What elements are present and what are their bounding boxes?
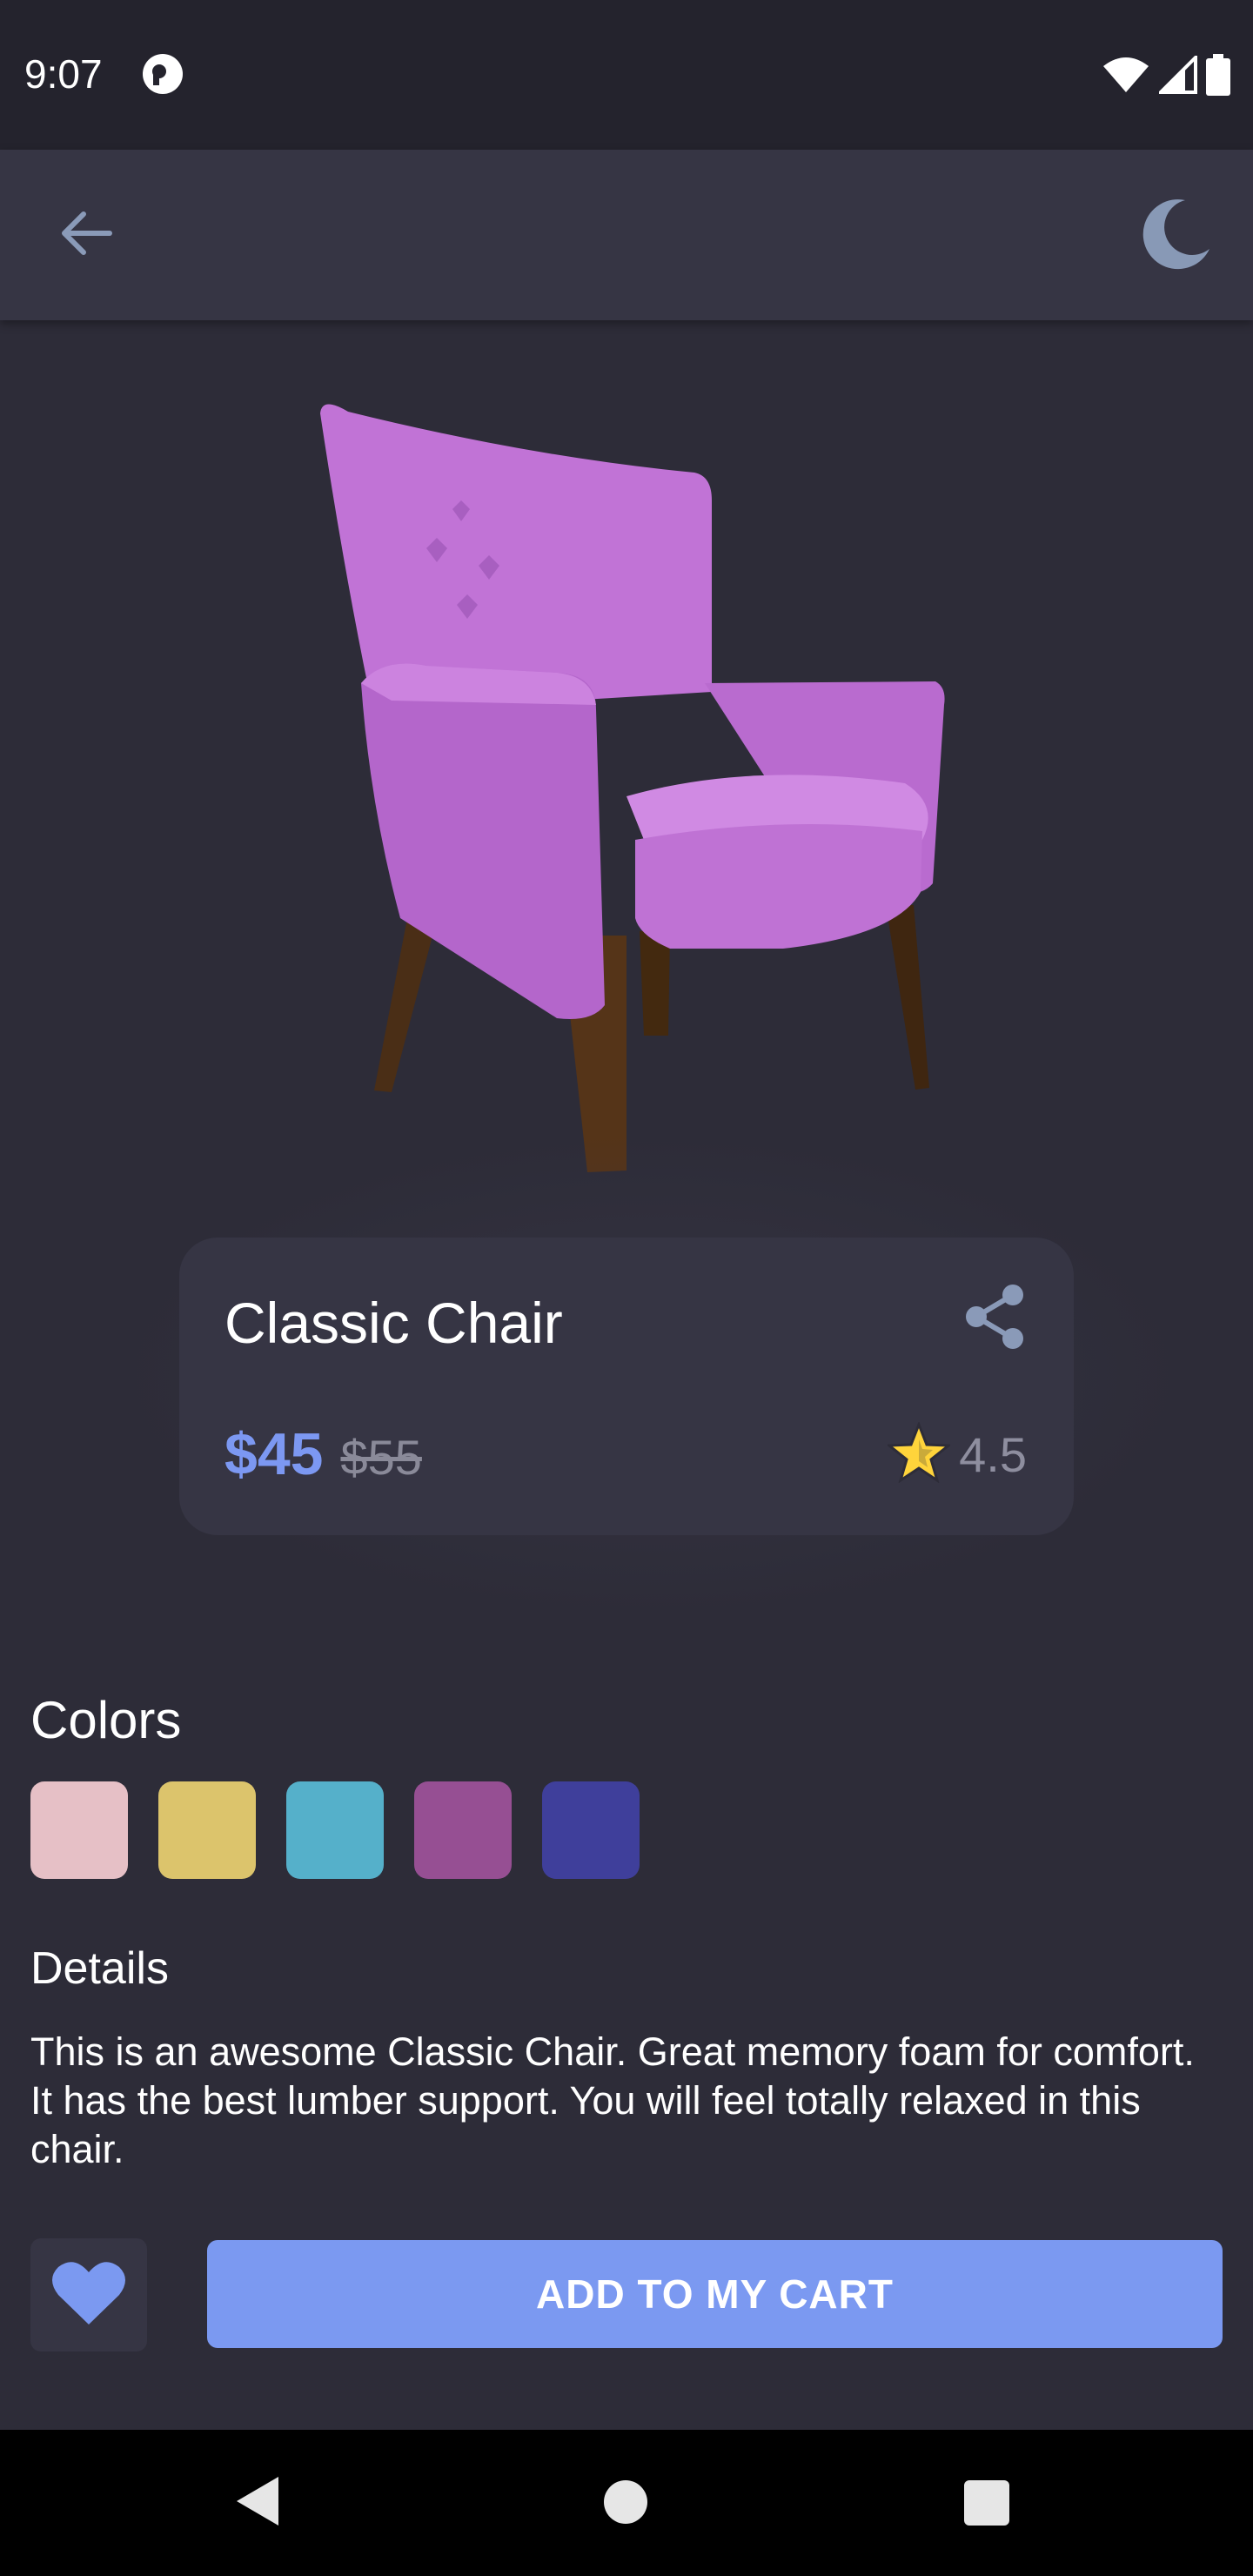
product-rating: 4.5 — [886, 1420, 1027, 1487]
status-bar: 9:07 — [0, 0, 1253, 150]
status-icons — [1102, 53, 1230, 100]
theme-toggle-button[interactable] — [1135, 193, 1218, 277]
color-swatch-indigo[interactable] — [542, 1781, 640, 1879]
heart-icon — [51, 2260, 126, 2331]
add-to-cart-button[interactable]: ADD TO MY CART — [207, 2240, 1223, 2348]
color-swatch-teal[interactable] — [286, 1781, 384, 1879]
product-old-price: $55 — [340, 1430, 422, 1485]
rating-value: 4.5 — [959, 1427, 1027, 1482]
moon-icon — [1140, 197, 1213, 274]
details-heading: Details — [30, 1943, 169, 1994]
product-info-card: Classic Chair $45 $55 4.5 — [179, 1238, 1074, 1535]
status-time: 9:07 — [24, 51, 103, 97]
favorite-button[interactable] — [30, 2238, 147, 2351]
details-description: This is an awesome Classic Chair. Great … — [30, 2029, 1195, 2171]
color-swatch-purple[interactable] — [414, 1781, 512, 1879]
wifi-icon — [1102, 56, 1150, 98]
share-icon — [962, 1283, 1027, 1355]
back-button[interactable] — [52, 202, 118, 268]
price-row: $45 $55 — [224, 1420, 422, 1488]
product-name: Classic Chair — [224, 1291, 563, 1355]
nav-home-button[interactable] — [604, 2480, 647, 2524]
app-bar — [0, 150, 1253, 320]
product-price: $45 — [224, 1421, 324, 1487]
nav-recents-button[interactable] — [964, 2480, 1009, 2526]
color-swatches — [30, 1781, 640, 1879]
system-navigation-bar — [0, 2430, 1253, 2576]
battery-icon — [1206, 54, 1230, 100]
app-notification-icon — [141, 52, 184, 96]
color-swatch-mustard[interactable] — [158, 1781, 256, 1879]
color-swatch-pink[interactable] — [30, 1781, 128, 1879]
product-image — [296, 396, 957, 1179]
share-button[interactable] — [959, 1283, 1030, 1354]
cellular-signal-icon — [1156, 53, 1197, 98]
colors-heading: Colors — [30, 1691, 182, 1749]
arrow-left-icon — [57, 209, 113, 262]
nav-back-button[interactable] — [235, 2475, 280, 2532]
star-icon — [886, 1420, 953, 1487]
